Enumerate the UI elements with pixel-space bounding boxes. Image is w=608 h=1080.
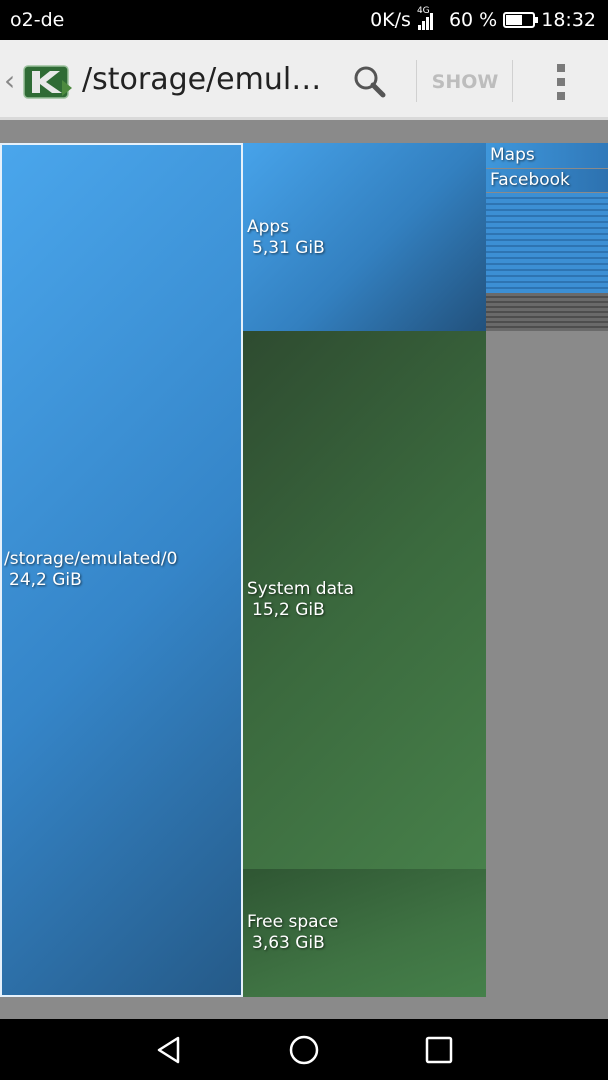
tile-size: 3,63 GiB (252, 933, 325, 953)
tile-name: /storage/emulated/0 (4, 549, 178, 569)
tile-label: /storage/emulated/0 24,2 GiB (4, 549, 177, 591)
search-icon[interactable] (350, 62, 390, 102)
treemap-small-other-tiles[interactable] (486, 293, 608, 331)
more-vert-icon[interactable] (545, 62, 577, 102)
navigation-bar (0, 1019, 608, 1080)
page-title: /storage/emul… (82, 62, 322, 97)
battery-percent: 60 % (448, 9, 498, 31)
tile-label: System data 15,2 GiB (247, 579, 354, 621)
circle-home-icon[interactable] (287, 1033, 321, 1067)
divider (416, 60, 417, 102)
square-recents-icon[interactable] (422, 1033, 456, 1067)
app-logo-icon[interactable] (22, 62, 74, 102)
storage-treemap: /storage/emulated/0 24,2 GiB Apps 5,31 G… (0, 121, 608, 1019)
tile-name: Facebook (490, 170, 570, 190)
tile-name: Maps (490, 145, 535, 165)
triangle-back-icon[interactable] (152, 1033, 186, 1067)
tile-size: 15,2 GiB (252, 600, 325, 620)
tile-label: Free space 3,63 GiB (247, 912, 338, 954)
treemap-tile-apps[interactable]: Apps 5,31 GiB (243, 143, 486, 331)
tile-name: System data (247, 579, 355, 599)
status-bar: o2-de 0K/s 4G 60 % 18:32 (0, 0, 608, 40)
treemap-tile-maps[interactable]: Maps (486, 143, 608, 168)
tile-label: Apps 5,31 GiB (247, 217, 325, 259)
treemap-small-app-tiles[interactable] (486, 193, 608, 293)
net-speed: 0K/s (370, 9, 411, 31)
divider (512, 60, 513, 102)
tile-size: 24,2 GiB (9, 570, 82, 590)
carrier-label: o2-de (10, 9, 65, 31)
treemap-tile-root[interactable]: /storage/emulated/0 24,2 GiB (0, 143, 243, 997)
network-type-label: 4G (416, 6, 430, 16)
treemap-tile-system-data[interactable]: System data 15,2 GiB (243, 331, 486, 869)
battery-icon (503, 12, 539, 28)
battery-fill (506, 15, 522, 25)
treemap-tile-free-space[interactable]: Free space 3,63 GiB (243, 869, 486, 997)
tile-size: 5,31 GiB (252, 238, 325, 258)
treemap-tile-facebook[interactable]: Facebook (486, 169, 608, 192)
show-button[interactable]: SHOW (418, 62, 512, 102)
clock: 18:32 (541, 9, 596, 31)
chevron-left-icon[interactable]: ‹ (4, 64, 15, 97)
tile-name: Apps (247, 217, 290, 237)
signal-icon: 4G (417, 6, 443, 30)
app-bar: ‹ /storage/emul… SHOW (0, 40, 608, 120)
tile-name: Free space (247, 912, 339, 932)
status-icons: 0K/s 4G 60 % 18:32 (364, 6, 596, 31)
